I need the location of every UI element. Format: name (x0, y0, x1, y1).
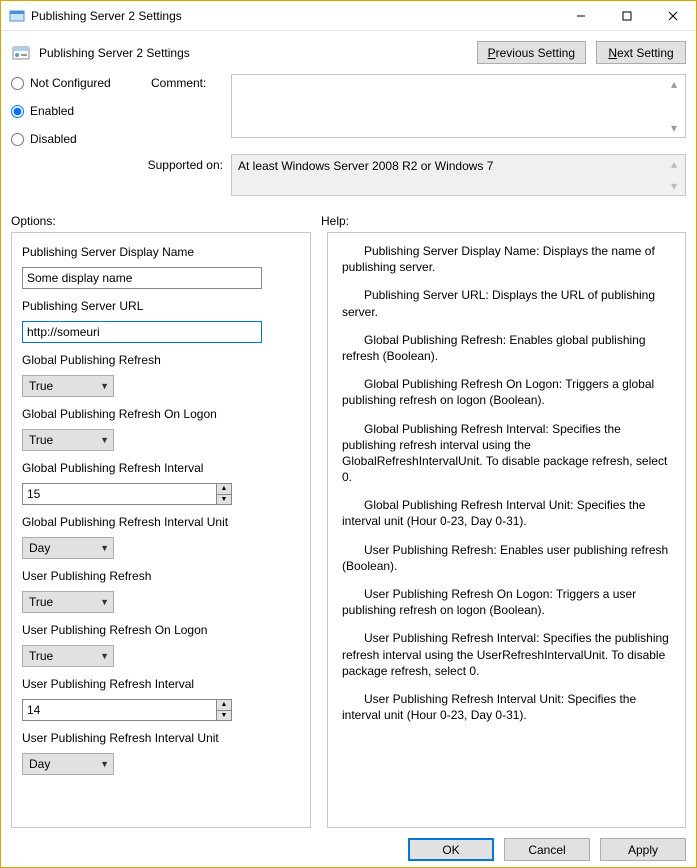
scroll-up-icon[interactable]: ▴ (671, 77, 683, 91)
help-text: User Publishing Refresh On Logon: Trigge… (342, 586, 671, 618)
config-row: Not Configured Enabled Disabled Comment:… (11, 74, 686, 146)
global-refresh-logon-select[interactable]: True ▼ (22, 429, 114, 451)
previous-setting-button[interactable]: Previous Setting (477, 41, 586, 64)
supported-on-label: Supported on: (11, 154, 231, 196)
chevron-down-icon: ▼ (100, 435, 109, 445)
spin-down-icon[interactable]: ▼ (217, 495, 231, 505)
global-refresh-interval-label: Global Publishing Refresh Interval (22, 461, 300, 475)
comment-label: Comment: (151, 74, 231, 146)
help-text: Global Publishing Refresh On Logon: Trig… (342, 376, 671, 408)
global-refresh-interval-unit-select[interactable]: Day ▼ (22, 537, 114, 559)
display-name-input[interactable] (22, 267, 262, 289)
user-refresh-interval-spinner[interactable]: ▲ ▼ (22, 699, 232, 721)
supported-row: Supported on: At least Windows Server 20… (11, 154, 686, 196)
close-button[interactable] (650, 1, 696, 31)
global-refresh-label: Global Publishing Refresh (22, 353, 300, 367)
global-refresh-select[interactable]: True ▼ (22, 375, 114, 397)
help-text: User Publishing Refresh Interval Unit: S… (342, 691, 671, 723)
spin-up-icon[interactable]: ▲ (217, 484, 231, 495)
radio-enabled-input[interactable] (11, 105, 24, 118)
apply-button[interactable]: Apply (600, 838, 686, 861)
user-refresh-interval-unit-select[interactable]: Day ▼ (22, 753, 114, 775)
radio-enabled-label: Enabled (30, 104, 74, 118)
help-text: Global Publishing Refresh Interval: Spec… (342, 421, 671, 486)
radio-disabled-label: Disabled (30, 132, 77, 146)
next-setting-button[interactable]: Next Setting (596, 41, 686, 64)
radio-disabled-input[interactable] (11, 133, 24, 146)
state-radios: Not Configured Enabled Disabled (11, 74, 151, 146)
user-refresh-interval-unit-value: Day (29, 757, 50, 771)
options-heading: Options: (11, 214, 321, 228)
help-text: User Publishing Refresh: Enables user pu… (342, 542, 671, 574)
chevron-down-icon: ▼ (100, 651, 109, 661)
help-heading: Help: (321, 214, 686, 228)
spin-down-icon[interactable]: ▼ (217, 711, 231, 721)
radio-not-configured-label: Not Configured (30, 76, 111, 90)
user-refresh-interval-input[interactable] (22, 699, 216, 721)
user-refresh-logon-label: User Publishing Refresh On Logon (22, 623, 300, 637)
url-label: Publishing Server URL (22, 299, 300, 313)
url-input[interactable] (22, 321, 262, 343)
dialog-window: Publishing Server 2 Settings Publishing … (0, 0, 697, 868)
global-refresh-interval-spinner[interactable]: ▲ ▼ (22, 483, 232, 505)
help-text: Publishing Server Display Name: Displays… (342, 243, 671, 275)
scroll-up-icon: ▴ (671, 157, 683, 171)
minimize-button[interactable] (558, 1, 604, 31)
radio-not-configured[interactable]: Not Configured (11, 76, 151, 90)
supported-on-text: At least Windows Server 2008 R2 or Windo… (238, 159, 493, 173)
user-refresh-interval-unit-label: User Publishing Refresh Interval Unit (22, 731, 300, 745)
supported-scrollbar: ▴ ▾ (671, 157, 683, 193)
help-text: Global Publishing Refresh: Enables globa… (342, 332, 671, 364)
global-refresh-interval-unit-label: Global Publishing Refresh Interval Unit (22, 515, 300, 529)
help-text: Publishing Server URL: Displays the URL … (342, 287, 671, 319)
panels-header: Options: Help: (11, 214, 686, 228)
scroll-down-icon: ▾ (671, 179, 683, 193)
chevron-down-icon: ▼ (100, 597, 109, 607)
global-refresh-value: True (29, 379, 53, 393)
global-refresh-interval-unit-value: Day (29, 541, 50, 555)
header-row: Publishing Server 2 Settings Previous Se… (11, 41, 686, 64)
footer: OK Cancel Apply (11, 838, 686, 861)
user-refresh-value: True (29, 595, 53, 609)
nav-buttons: Previous Setting Next Setting (477, 41, 686, 64)
user-refresh-logon-value: True (29, 649, 53, 663)
titlebar: Publishing Server 2 Settings (1, 1, 696, 31)
maximize-button[interactable] (604, 1, 650, 31)
cancel-button[interactable]: Cancel (504, 838, 590, 861)
comment-scrollbar[interactable]: ▴ ▾ (671, 77, 683, 135)
help-text: User Publishing Refresh Interval: Specif… (342, 630, 671, 679)
global-refresh-logon-value: True (29, 433, 53, 447)
global-refresh-logon-label: Global Publishing Refresh On Logon (22, 407, 300, 421)
help-panel: Publishing Server Display Name: Displays… (327, 232, 686, 828)
radio-disabled[interactable]: Disabled (11, 132, 151, 146)
supported-on-box: At least Windows Server 2008 R2 or Windo… (231, 154, 686, 196)
global-refresh-interval-input[interactable] (22, 483, 216, 505)
ok-button[interactable]: OK (408, 838, 494, 861)
options-panel: Publishing Server Display Name Publishin… (11, 232, 311, 828)
scroll-down-icon[interactable]: ▾ (671, 121, 683, 135)
user-refresh-label: User Publishing Refresh (22, 569, 300, 583)
chevron-down-icon: ▼ (100, 543, 109, 553)
comment-textbox[interactable]: ▴ ▾ (231, 74, 686, 138)
policy-icon (11, 43, 31, 63)
chevron-down-icon: ▼ (100, 381, 109, 391)
chevron-down-icon: ▼ (100, 759, 109, 769)
help-text: Global Publishing Refresh Interval Unit:… (342, 497, 671, 529)
spin-up-icon[interactable]: ▲ (217, 700, 231, 711)
header-title: Publishing Server 2 Settings (39, 46, 469, 60)
panels: Publishing Server Display Name Publishin… (11, 232, 686, 828)
app-icon (9, 8, 25, 24)
display-name-label: Publishing Server Display Name (22, 245, 300, 259)
radio-not-configured-input[interactable] (11, 77, 24, 90)
user-refresh-select[interactable]: True ▼ (22, 591, 114, 613)
radio-enabled[interactable]: Enabled (11, 104, 151, 118)
client-area: Publishing Server 2 Settings Previous Se… (1, 31, 696, 867)
user-refresh-logon-select[interactable]: True ▼ (22, 645, 114, 667)
user-refresh-interval-label: User Publishing Refresh Interval (22, 677, 300, 691)
window-title: Publishing Server 2 Settings (31, 9, 182, 23)
